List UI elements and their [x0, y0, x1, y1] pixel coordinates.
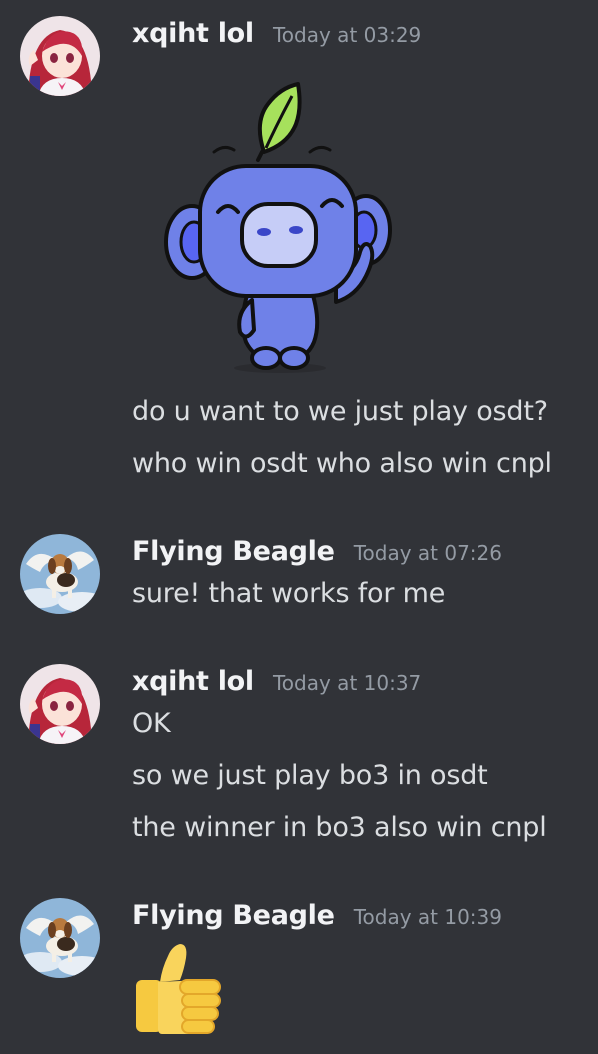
- chat-log: xqiht lol Today at 03:29 do u want to we…: [0, 0, 598, 1054]
- message-text: who win osdt who also win cnpl: [132, 448, 552, 479]
- message-text: sure! that works for me: [132, 578, 446, 609]
- message-header: Flying Beagle Today at 10:39: [132, 900, 502, 931]
- message-text: OK: [132, 708, 171, 739]
- message-header: xqiht lol Today at 03:29: [132, 18, 421, 49]
- username[interactable]: Flying Beagle: [132, 900, 335, 931]
- flying-beagle-avatar-icon: [20, 898, 100, 978]
- thumbs-up-emoji[interactable]: [132, 938, 228, 1042]
- user-avatar-flying-beagle[interactable]: [20, 534, 100, 614]
- user-avatar-xqiht[interactable]: [20, 664, 100, 744]
- message-text: so we just play bo3 in osdt: [132, 760, 488, 791]
- message-header: Flying Beagle Today at 07:26: [132, 536, 502, 567]
- message-header: xqiht lol Today at 10:37: [132, 666, 421, 697]
- wumpus-sticker-icon: [164, 82, 392, 373]
- timestamp[interactable]: Today at 03:29: [273, 23, 421, 47]
- username[interactable]: Flying Beagle: [132, 536, 335, 567]
- wumpus-waving-sticker[interactable]: [160, 80, 400, 384]
- message-text: do u want to we just play osdt?: [132, 396, 548, 427]
- timestamp[interactable]: Today at 10:39: [354, 905, 502, 929]
- flying-beagle-avatar-icon: [20, 534, 100, 614]
- timestamp[interactable]: Today at 07:26: [354, 541, 502, 565]
- username[interactable]: xqiht lol: [132, 666, 254, 697]
- user-avatar-xqiht[interactable]: [20, 16, 100, 96]
- timestamp[interactable]: Today at 10:37: [273, 671, 421, 695]
- thumbs-up-icon: [136, 944, 221, 1034]
- username[interactable]: xqiht lol: [132, 18, 254, 49]
- anime-girl-avatar-icon: [20, 16, 100, 96]
- user-avatar-flying-beagle[interactable]: [20, 898, 100, 978]
- message-text: the winner in bo3 also win cnpl: [132, 812, 547, 843]
- anime-girl-avatar-icon: [20, 664, 100, 744]
